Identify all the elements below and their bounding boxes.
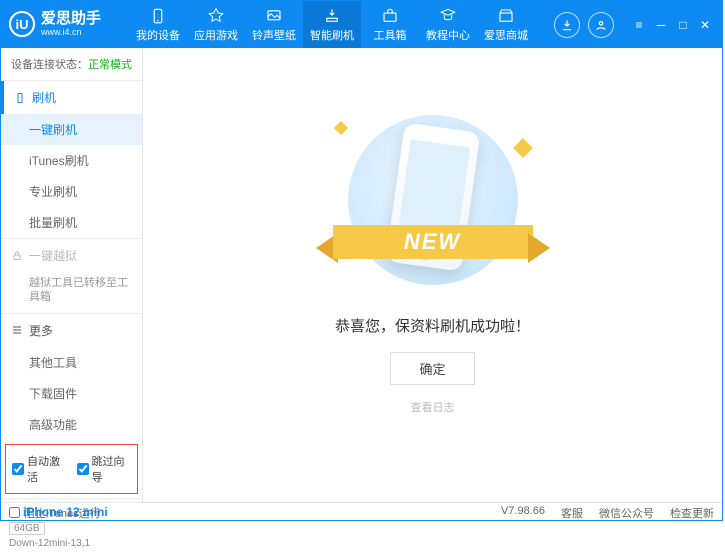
top-nav: 我的设备 应用游戏 铃声壁纸 智能刷机 工具箱 教程中心 爱思商城 [129,1,550,48]
nav-smart-flash[interactable]: 智能刷机 [303,1,361,48]
nav-store[interactable]: 爱思商城 [477,1,535,48]
sidebar-item-itunes-flash[interactable]: iTunes刷机 [1,145,142,176]
ribbon-label: NEW [333,225,533,259]
version-label: V7.98.66 [501,505,545,521]
logo-icon: iU [9,11,35,37]
nav-toolbox[interactable]: 工具箱 [361,1,419,48]
app-logo: iU 爱思助手 www.i4.cn [9,11,129,37]
nav-my-device[interactable]: 我的设备 [129,1,187,48]
checkbox-skip-guide[interactable]: 跳过向导 [77,453,132,485]
download-icon[interactable] [554,12,580,38]
sidebar-item-batch-flash[interactable]: 批量刷机 [1,207,142,238]
sidebar-head-flash[interactable]: 刷机 [1,81,142,114]
nav-tutorials[interactable]: 教程中心 [419,1,477,48]
sidebar-item-download-firmware[interactable]: 下载固件 [1,378,142,409]
maximize-icon[interactable]: □ [674,16,692,34]
menu-icon[interactable]: ≡ [630,16,648,34]
customer-service-link[interactable]: 客服 [561,505,583,521]
nav-ringtone-wallpaper[interactable]: 铃声壁纸 [245,1,303,48]
connection-status: 设备连接状态：正常模式 [1,48,142,80]
ok-button[interactable]: 确定 [390,352,474,385]
sidebar-head-more[interactable]: 更多 [1,314,142,347]
user-icon[interactable] [588,12,614,38]
titlebar: iU 爱思助手 www.i4.cn 我的设备 应用游戏 铃声壁纸 智能刷机 工具… [1,1,722,48]
flash-options-highlight: 自动激活 跳过向导 [5,444,138,494]
close-icon[interactable]: ✕ [696,16,714,34]
minimize-icon[interactable]: ─ [652,16,670,34]
success-message: 恭喜您，保资料刷机成功啦！ [335,315,530,336]
success-illustration: NEW [318,115,548,295]
main-content: NEW 恭喜您，保资料刷机成功啦！ 确定 查看日志 [143,48,722,502]
sidebar-item-pro-flash[interactable]: 专业刷机 [1,176,142,207]
check-update-link[interactable]: 检查更新 [670,505,714,521]
checkbox-auto-activate[interactable]: 自动激活 [12,453,67,485]
device-identifier: Down-12mini-13,1 [9,538,134,549]
sidebar-item-oneclick-flash[interactable]: 一键刷机 [1,114,142,145]
checkbox-block-itunes[interactable]: 阻止iTunes运行 [9,505,101,521]
sidebar: 设备连接状态：正常模式 刷机 一键刷机 iTunes刷机 专业刷机 批量刷机 一… [1,48,143,502]
app-url: www.i4.cn [41,28,101,38]
sidebar-item-other-tools[interactable]: 其他工具 [1,347,142,378]
sidebar-head-jailbreak: 一键越狱 [1,239,142,272]
wechat-link[interactable]: 微信公众号 [599,505,654,521]
jailbreak-note: 越狱工具已转移至工具箱 [1,272,142,313]
view-log-link[interactable]: 查看日志 [411,399,455,415]
device-storage: 64GB [9,522,45,535]
sidebar-item-advanced[interactable]: 高级功能 [1,409,142,440]
app-title: 爱思助手 [41,11,101,28]
nav-apps-games[interactable]: 应用游戏 [187,1,245,48]
